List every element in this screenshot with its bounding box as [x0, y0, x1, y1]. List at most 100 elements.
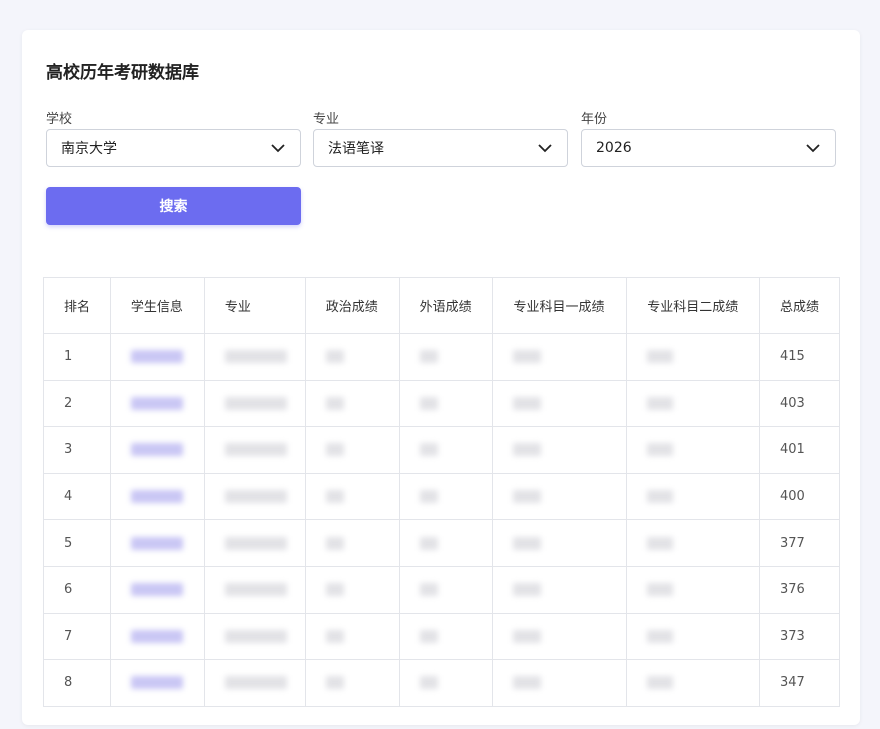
foreign-language-cell [398, 472, 494, 521]
rank-cell: 5 [43, 519, 111, 567]
table-row: 1 415 [43, 333, 840, 381]
table-row: 2 403 [43, 379, 840, 428]
total-score-cell: 347 [759, 659, 840, 707]
foreign-language-cell [398, 333, 494, 381]
major-cell [203, 659, 306, 707]
redacted-placeholder [513, 443, 542, 457]
search-button[interactable]: 搜索 [46, 187, 301, 225]
redacted-placeholder [647, 350, 674, 364]
student-info-cell [109, 379, 205, 428]
rank-cell: 6 [43, 565, 111, 614]
redacted-placeholder [513, 629, 542, 643]
foreign-language-cell [398, 519, 494, 567]
redacted-placeholder [224, 536, 287, 550]
redacted-placeholder [130, 676, 183, 690]
redacted-placeholder [647, 490, 674, 504]
redacted-placeholder [513, 490, 542, 504]
table-row: 7 373 [43, 612, 840, 661]
politics-cell [304, 519, 400, 567]
redacted-placeholder [647, 629, 674, 643]
redacted-placeholder [419, 350, 438, 364]
foreign-language-cell [398, 659, 494, 707]
redacted-placeholder [513, 350, 542, 364]
main-card: 高校历年考研数据库 学校 专业 年份 南京大学 法语笔译 2026 搜索 排名 … [22, 30, 860, 725]
redacted-placeholder [130, 350, 183, 364]
redacted-placeholder [419, 583, 438, 597]
redacted-placeholder [647, 396, 674, 410]
subject-one-cell [492, 472, 628, 521]
redacted-placeholder [513, 583, 542, 597]
table-row: 3 401 [43, 426, 840, 474]
total-score-cell: 377 [759, 519, 840, 567]
major-cell [203, 612, 306, 661]
politics-cell [304, 426, 400, 474]
major-label: 专业 [313, 112, 340, 127]
redacted-placeholder [224, 583, 287, 597]
subject-two-cell [626, 333, 761, 381]
redacted-placeholder [419, 629, 438, 643]
school-select-value: 南京大学 [61, 141, 117, 157]
redacted-placeholder [130, 396, 183, 410]
redacted-placeholder [325, 676, 344, 690]
subject-one-cell [492, 519, 628, 567]
subject-two-cell [626, 565, 761, 614]
school-select[interactable]: 南京大学 [46, 129, 301, 167]
total-score-cell: 403 [759, 379, 840, 428]
subject-two-cell [626, 472, 761, 521]
politics-cell [304, 659, 400, 707]
header-politics: 政治成绩 [304, 277, 400, 334]
subject-two-cell [626, 426, 761, 474]
subject-one-cell [492, 333, 628, 381]
redacted-placeholder [647, 583, 674, 597]
total-score-cell: 415 [759, 333, 840, 381]
major-cell [203, 472, 306, 521]
table-row: 6 376 [43, 565, 840, 614]
rank-cell: 7 [43, 612, 111, 661]
major-cell [203, 426, 306, 474]
politics-cell [304, 565, 400, 614]
major-select[interactable]: 法语笔译 [313, 129, 568, 167]
table-row: 4 400 [43, 472, 840, 521]
major-cell [203, 333, 306, 381]
header-student-info: 学生信息 [109, 277, 205, 334]
redacted-placeholder [513, 396, 542, 410]
redacted-placeholder [130, 629, 183, 643]
results-table: 排名 学生信息 专业 政治成绩 外语成绩 专业科目一成绩 专业科目二成绩 总成绩… [43, 277, 840, 707]
redacted-placeholder [224, 676, 287, 690]
redacted-placeholder [419, 396, 438, 410]
total-score-cell: 376 [759, 565, 840, 614]
redacted-placeholder [224, 490, 287, 504]
subject-two-cell [626, 612, 761, 661]
rank-cell: 8 [43, 659, 111, 707]
redacted-placeholder [325, 629, 344, 643]
table-row: 8 347 [43, 659, 840, 707]
year-select[interactable]: 2026 [581, 129, 836, 167]
chevron-down-icon [271, 144, 285, 153]
header-total: 总成绩 [759, 277, 840, 334]
redacted-placeholder [325, 350, 344, 364]
politics-cell [304, 333, 400, 381]
total-score-cell: 400 [759, 472, 840, 521]
redacted-placeholder [419, 536, 438, 550]
major-cell [203, 379, 306, 428]
foreign-language-cell [398, 426, 494, 474]
subject-one-cell [492, 612, 628, 661]
major-cell [203, 565, 306, 614]
redacted-placeholder [224, 396, 287, 410]
subject-two-cell [626, 379, 761, 428]
politics-cell [304, 472, 400, 521]
header-major: 专业 [203, 277, 306, 334]
redacted-placeholder [130, 443, 183, 457]
politics-cell [304, 379, 400, 428]
subject-one-cell [492, 659, 628, 707]
politics-cell [304, 612, 400, 661]
student-info-cell [109, 519, 205, 567]
header-subject-two: 专业科目二成绩 [626, 277, 761, 334]
redacted-placeholder [647, 676, 674, 690]
subject-two-cell [626, 659, 761, 707]
subject-one-cell [492, 379, 628, 428]
redacted-placeholder [130, 536, 183, 550]
rank-cell: 2 [43, 379, 111, 428]
page-title: 高校历年考研数据库 [46, 63, 199, 83]
redacted-placeholder [647, 443, 674, 457]
